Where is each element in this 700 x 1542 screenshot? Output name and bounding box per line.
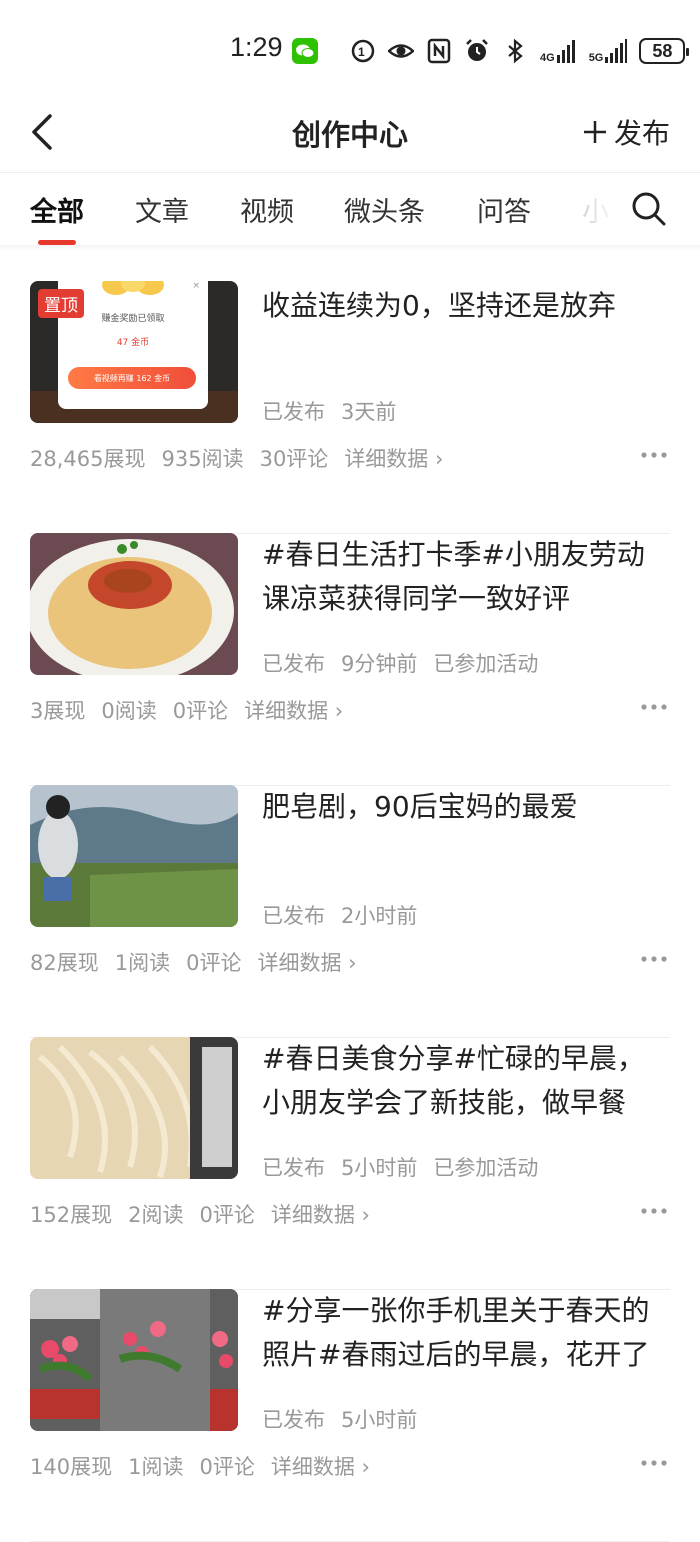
- tabs-divider: [0, 245, 700, 251]
- plus-icon: [583, 121, 606, 143]
- article-card[interactable]: × 赚金奖励已领取 47 金币 看视频再赚 162 金币 置顶 收益连续为0，坚…: [30, 281, 670, 534]
- eye-icon: [388, 44, 414, 58]
- nfc-icon: [427, 38, 451, 64]
- publish-time: 5小时前: [341, 1408, 418, 1432]
- tab-videos[interactable]: 视频: [240, 190, 294, 229]
- publish-status: 已发布: [262, 400, 325, 424]
- publish-status: 已发布: [262, 904, 325, 928]
- article-stats: 152展现 2阅读 0评论 详细数据 ›: [30, 1199, 370, 1229]
- detail-data-link[interactable]: 详细数据 ›: [271, 1199, 370, 1229]
- article-meta: 已发布 9分钟前 已参加活动: [262, 648, 538, 678]
- article-title[interactable]: 收益连续为0，坚持还是放弃: [262, 284, 672, 328]
- tab-scroll-fade: [560, 176, 620, 240]
- article-meta: 已发布 5小时前 已参加活动: [262, 1152, 538, 1182]
- article-card[interactable]: #分享一张你手机里关于春天的照片#春雨过后的早晨，花开了 已发布 5小时前 14…: [30, 1289, 670, 1542]
- article-thumbnail: [30, 785, 238, 927]
- article-meta: 已发布 3天前: [262, 396, 396, 426]
- article-thumbnail: [30, 1037, 238, 1179]
- reads-count: 935阅读: [161, 447, 244, 471]
- publish-status: 已发布: [262, 652, 325, 676]
- article-title[interactable]: #春日生活打卡季#小朋友劳动课凉菜获得同学一致好评: [262, 533, 672, 621]
- pinned-badge: 置顶: [38, 289, 84, 318]
- more-options-icon[interactable]: [640, 1207, 668, 1215]
- search-icon[interactable]: [628, 188, 668, 228]
- activity-status: 已参加活动: [433, 652, 539, 676]
- publish-time: 3天前: [341, 400, 397, 424]
- article-stats: 3展现 0阅读 0评论 详细数据 ›: [30, 695, 343, 725]
- tab-qa[interactable]: 问答: [477, 190, 531, 229]
- publish-label: 发布: [613, 117, 670, 150]
- svg-text:1: 1: [358, 45, 365, 59]
- more-options-icon[interactable]: [640, 1459, 668, 1467]
- status-icons: 1 4G 5G 58: [350, 36, 690, 66]
- bluetooth-icon: [508, 38, 523, 64]
- reads-count: 2阅读: [128, 1203, 184, 1227]
- article-stats: 140展现 1阅读 0评论 详细数据 ›: [30, 1451, 370, 1481]
- publish-time: 9分钟前: [341, 652, 418, 676]
- publish-button[interactable]: 发布: [582, 112, 670, 152]
- detail-data-link[interactable]: 详细数据 ›: [257, 947, 356, 977]
- tab-micro-posts[interactable]: 微头条: [344, 190, 425, 229]
- detail-data-link[interactable]: 详细数据 ›: [244, 695, 343, 725]
- article-card[interactable]: #春日美食分享#忙碌的早晨，小朋友学会了新技能，做早餐 已发布 5小时前 已参加…: [30, 1037, 670, 1290]
- article-thumbnail: [30, 1289, 238, 1431]
- activity-status: 已参加活动: [433, 1156, 539, 1180]
- impressions-count: 3展现: [30, 699, 86, 723]
- article-stats: 82展现 1阅读 0评论 详细数据 ›: [30, 947, 357, 977]
- article-title[interactable]: #分享一张你手机里关于春天的照片#春雨过后的早晨，花开了: [262, 1289, 672, 1377]
- reads-count: 0阅读: [101, 699, 157, 723]
- article-card[interactable]: #春日生活打卡季#小朋友劳动课凉菜获得同学一致好评 已发布 9分钟前 已参加活动…: [30, 533, 670, 786]
- tab-articles[interactable]: 文章: [135, 190, 189, 229]
- comments-count: 0评论: [199, 1203, 255, 1227]
- impressions-count: 152展现: [30, 1203, 113, 1227]
- impressions-count: 82展现: [30, 951, 99, 975]
- comments-count: 0评论: [199, 1455, 255, 1479]
- battery-indicator: 58: [639, 38, 690, 64]
- article-stats: 28,465展现 935阅读 30评论 详细数据 ›: [30, 443, 443, 473]
- comments-count: 0评论: [172, 699, 229, 723]
- tab-all[interactable]: 全部: [30, 190, 84, 229]
- reads-count: 1阅读: [114, 951, 171, 975]
- article-title[interactable]: 肥皂剧，90后宝妈的最爱: [262, 785, 672, 829]
- status-bar: 1:29 1 4G 5G 58: [0, 0, 700, 100]
- comments-count: 30评论: [259, 447, 329, 471]
- article-meta: 已发布 2小时前: [262, 900, 417, 930]
- signal-5g-icon: 5G: [589, 39, 628, 64]
- article-meta: 已发布 5小时前: [262, 1404, 417, 1434]
- alarm-icon: [466, 39, 488, 61]
- status-time: 1:29: [230, 32, 283, 62]
- publish-status: 已发布: [262, 1156, 325, 1180]
- comments-count: 0评论: [186, 951, 242, 975]
- article-thumbnail: × 赚金奖励已领取 47 金币 看视频再赚 162 金币 置顶: [30, 281, 238, 423]
- impressions-count: 28,465展现: [30, 447, 146, 471]
- article-title[interactable]: #春日美食分享#忙碌的早晨，小朋友学会了新技能，做早餐: [262, 1037, 672, 1125]
- signal-4g-icon: 4G: [540, 39, 577, 64]
- publish-time: 2小时前: [341, 904, 418, 928]
- wechat-notification-icon: [292, 38, 318, 64]
- article-thumbnail: [30, 533, 238, 675]
- publish-time: 5小时前: [341, 1156, 418, 1180]
- detail-data-link[interactable]: 详细数据 ›: [344, 443, 443, 473]
- more-options-icon[interactable]: [640, 703, 668, 711]
- publish-status: 已发布: [262, 1408, 325, 1432]
- more-options-icon[interactable]: [640, 451, 668, 459]
- more-options-icon[interactable]: [640, 955, 668, 963]
- reads-count: 1阅读: [128, 1455, 184, 1479]
- detail-data-link[interactable]: 详细数据 ›: [271, 1451, 370, 1481]
- article-card[interactable]: 肥皂剧，90后宝妈的最爱 已发布 2小时前 82展现 1阅读 0评论 详细数据 …: [30, 785, 670, 1038]
- hd-call-icon: 1: [351, 39, 375, 63]
- impressions-count: 140展现: [30, 1455, 113, 1479]
